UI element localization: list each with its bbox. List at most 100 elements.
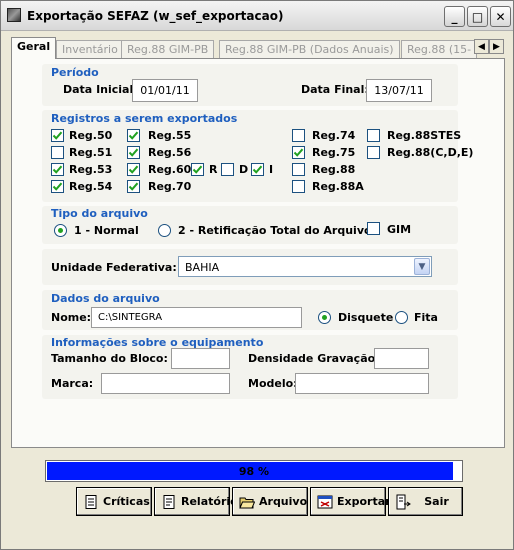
radio-normal-label: 1 - Normal <box>74 224 139 237</box>
reg54-label: Reg.54 <box>69 180 113 193</box>
checkbox-reg50[interactable] <box>51 129 64 142</box>
checkbox-reg60-d[interactable] <box>221 163 234 176</box>
group-uf: Unidade Federativa: BAHIA ▼ <box>42 249 458 285</box>
arquivo-button[interactable]: Arquivo <box>232 487 308 516</box>
checkbox-reg75[interactable] <box>292 146 305 159</box>
reg51-label: Reg.51 <box>69 146 113 159</box>
radio-disquete-label: Disquete <box>338 311 394 324</box>
checkbox-reg74[interactable] <box>292 129 305 142</box>
registros-title: Registros a serem exportados <box>51 112 238 125</box>
reg88cde-label: Reg.88(C,D,E) <box>387 146 474 159</box>
reg56-label: Reg.56 <box>148 146 192 159</box>
periodo-title: Período <box>51 66 99 79</box>
folder-open-icon <box>239 497 255 508</box>
export-progress-bar: 98 % <box>45 460 463 482</box>
reg75-label: Reg.75 <box>312 146 356 159</box>
checkbox-reg55[interactable] <box>127 129 140 142</box>
tab-inventario[interactable]: Inventário <box>56 40 124 59</box>
nome-input[interactable]: C:\SINTEGRA <box>91 307 302 328</box>
tab-reg88-gim-pb-anuais[interactable]: Reg.88 GIM-PB (Dados Anuais) <box>219 40 400 59</box>
close-icon: ✕ <box>495 9 506 24</box>
checkmark-icon <box>252 165 263 174</box>
marca-label: Marca: <box>51 377 94 390</box>
tab-reg88-15[interactable]: Reg.88 (15- <box>401 40 478 59</box>
radio-fita-label: Fita <box>414 311 438 324</box>
radio-retificacao[interactable] <box>158 224 171 237</box>
reg50-label: Reg.50 <box>69 129 113 142</box>
tamanho-bloco-label: Tamanho do Bloco: <box>51 352 168 365</box>
relatorios-button[interactable]: Relatórios <box>154 487 244 516</box>
densidade-label: Densidade Gravação: <box>248 352 380 365</box>
checkbox-reg60-i[interactable] <box>251 163 264 176</box>
tab-strip: Geral Inventário Reg.88 GIM-PB Reg.88 GI… <box>11 37 505 59</box>
checkmark-icon <box>52 131 63 140</box>
tab-scroll-right-button[interactable]: ▶ <box>489 39 504 54</box>
minimize-button[interactable]: _ <box>444 6 465 27</box>
progress-text: 98 % <box>238 465 270 478</box>
group-periodo: Período Data Inicial: 01/01/11 Data Fina… <box>42 64 458 106</box>
checkbox-reg70[interactable] <box>127 180 140 193</box>
chevron-down-icon[interactable]: ▼ <box>414 258 430 275</box>
group-dados-arquivo: Dados do arquivo Nome: C:\SINTEGRA Disqu… <box>42 290 458 330</box>
checkbox-reg88cde[interactable] <box>367 146 380 159</box>
radio-selected-dot <box>322 315 327 320</box>
checkmark-icon <box>128 148 139 157</box>
data-final-label: Data Final: <box>301 83 369 96</box>
criticas-label: Críticas <box>103 495 150 508</box>
nome-label: Nome: <box>51 311 92 324</box>
tamanho-bloco-input[interactable] <box>171 348 230 369</box>
reg74-label: Reg.74 <box>312 129 356 142</box>
sair-label: Sair <box>424 495 449 508</box>
radio-retificacao-label: 2 - Retificação Total do Arquivo <box>178 224 372 237</box>
reg53-label: Reg.53 <box>69 163 113 176</box>
minimize-icon: _ <box>451 9 458 24</box>
checkbox-reg88a[interactable] <box>292 180 305 193</box>
radio-disquete[interactable] <box>318 311 331 324</box>
densidade-input[interactable] <box>374 348 429 369</box>
reg88stes-label: Reg.88STES <box>387 129 462 142</box>
title-bar[interactable]: Exportação SEFAZ (w_sef_exportacao) _ □ … <box>1 1 513 31</box>
checkbox-reg88stes[interactable] <box>367 129 380 142</box>
modelo-input[interactable] <box>295 373 429 394</box>
reg60-d-label: D <box>239 163 249 176</box>
checkmark-icon <box>293 148 304 157</box>
checkbox-gim[interactable] <box>367 222 380 235</box>
uf-select[interactable]: BAHIA ▼ <box>178 256 432 277</box>
reg88a-label: Reg.88A <box>312 180 364 193</box>
checkbox-reg60[interactable] <box>127 163 140 176</box>
tab-geral[interactable]: Geral <box>11 37 57 59</box>
export-icon <box>317 495 333 508</box>
exportar-button[interactable]: Exportar <box>310 487 391 516</box>
data-final-input[interactable]: 13/07/11 <box>366 79 432 102</box>
report-icon <box>163 494 175 509</box>
exit-icon <box>396 494 411 509</box>
checkbox-reg51[interactable] <box>51 146 64 159</box>
sair-button[interactable]: Sair <box>388 487 463 516</box>
radio-normal[interactable] <box>54 224 67 237</box>
checkbox-reg60-r[interactable] <box>191 163 204 176</box>
checkbox-reg88[interactable] <box>292 163 305 176</box>
criticas-button[interactable]: Críticas <box>76 487 152 516</box>
checkbox-reg56[interactable] <box>127 146 140 159</box>
reg60-label: Reg.60 <box>148 163 192 176</box>
data-inicial-input[interactable]: 01/01/11 <box>132 79 198 102</box>
checkbox-reg53[interactable] <box>51 163 64 176</box>
tab-scroll-left-button[interactable]: ◀ <box>474 39 489 54</box>
exportar-label: Exportar <box>337 495 391 508</box>
checkmark-icon <box>52 165 63 174</box>
arquivo-label: Arquivo <box>259 495 308 508</box>
radio-fita[interactable] <box>395 311 408 324</box>
reg60-r-label: R <box>209 163 218 176</box>
chevron-right-icon: ▶ <box>493 41 500 52</box>
maximize-icon: □ <box>471 9 484 24</box>
close-button[interactable]: ✕ <box>490 6 511 27</box>
maximize-button[interactable]: □ <box>467 6 488 27</box>
checkmark-icon <box>52 182 63 191</box>
tab-reg88-gim-pb[interactable]: Reg.88 GIM-PB <box>121 40 215 59</box>
group-registros: Registros a serem exportados Reg.50 Reg.… <box>42 110 473 202</box>
uf-select-value: BAHIA <box>185 261 220 274</box>
dados-arquivo-title: Dados do arquivo <box>51 292 160 305</box>
tipo-arquivo-title: Tipo do arquivo <box>51 207 148 220</box>
checkbox-reg54[interactable] <box>51 180 64 193</box>
marca-input[interactable] <box>101 373 230 394</box>
